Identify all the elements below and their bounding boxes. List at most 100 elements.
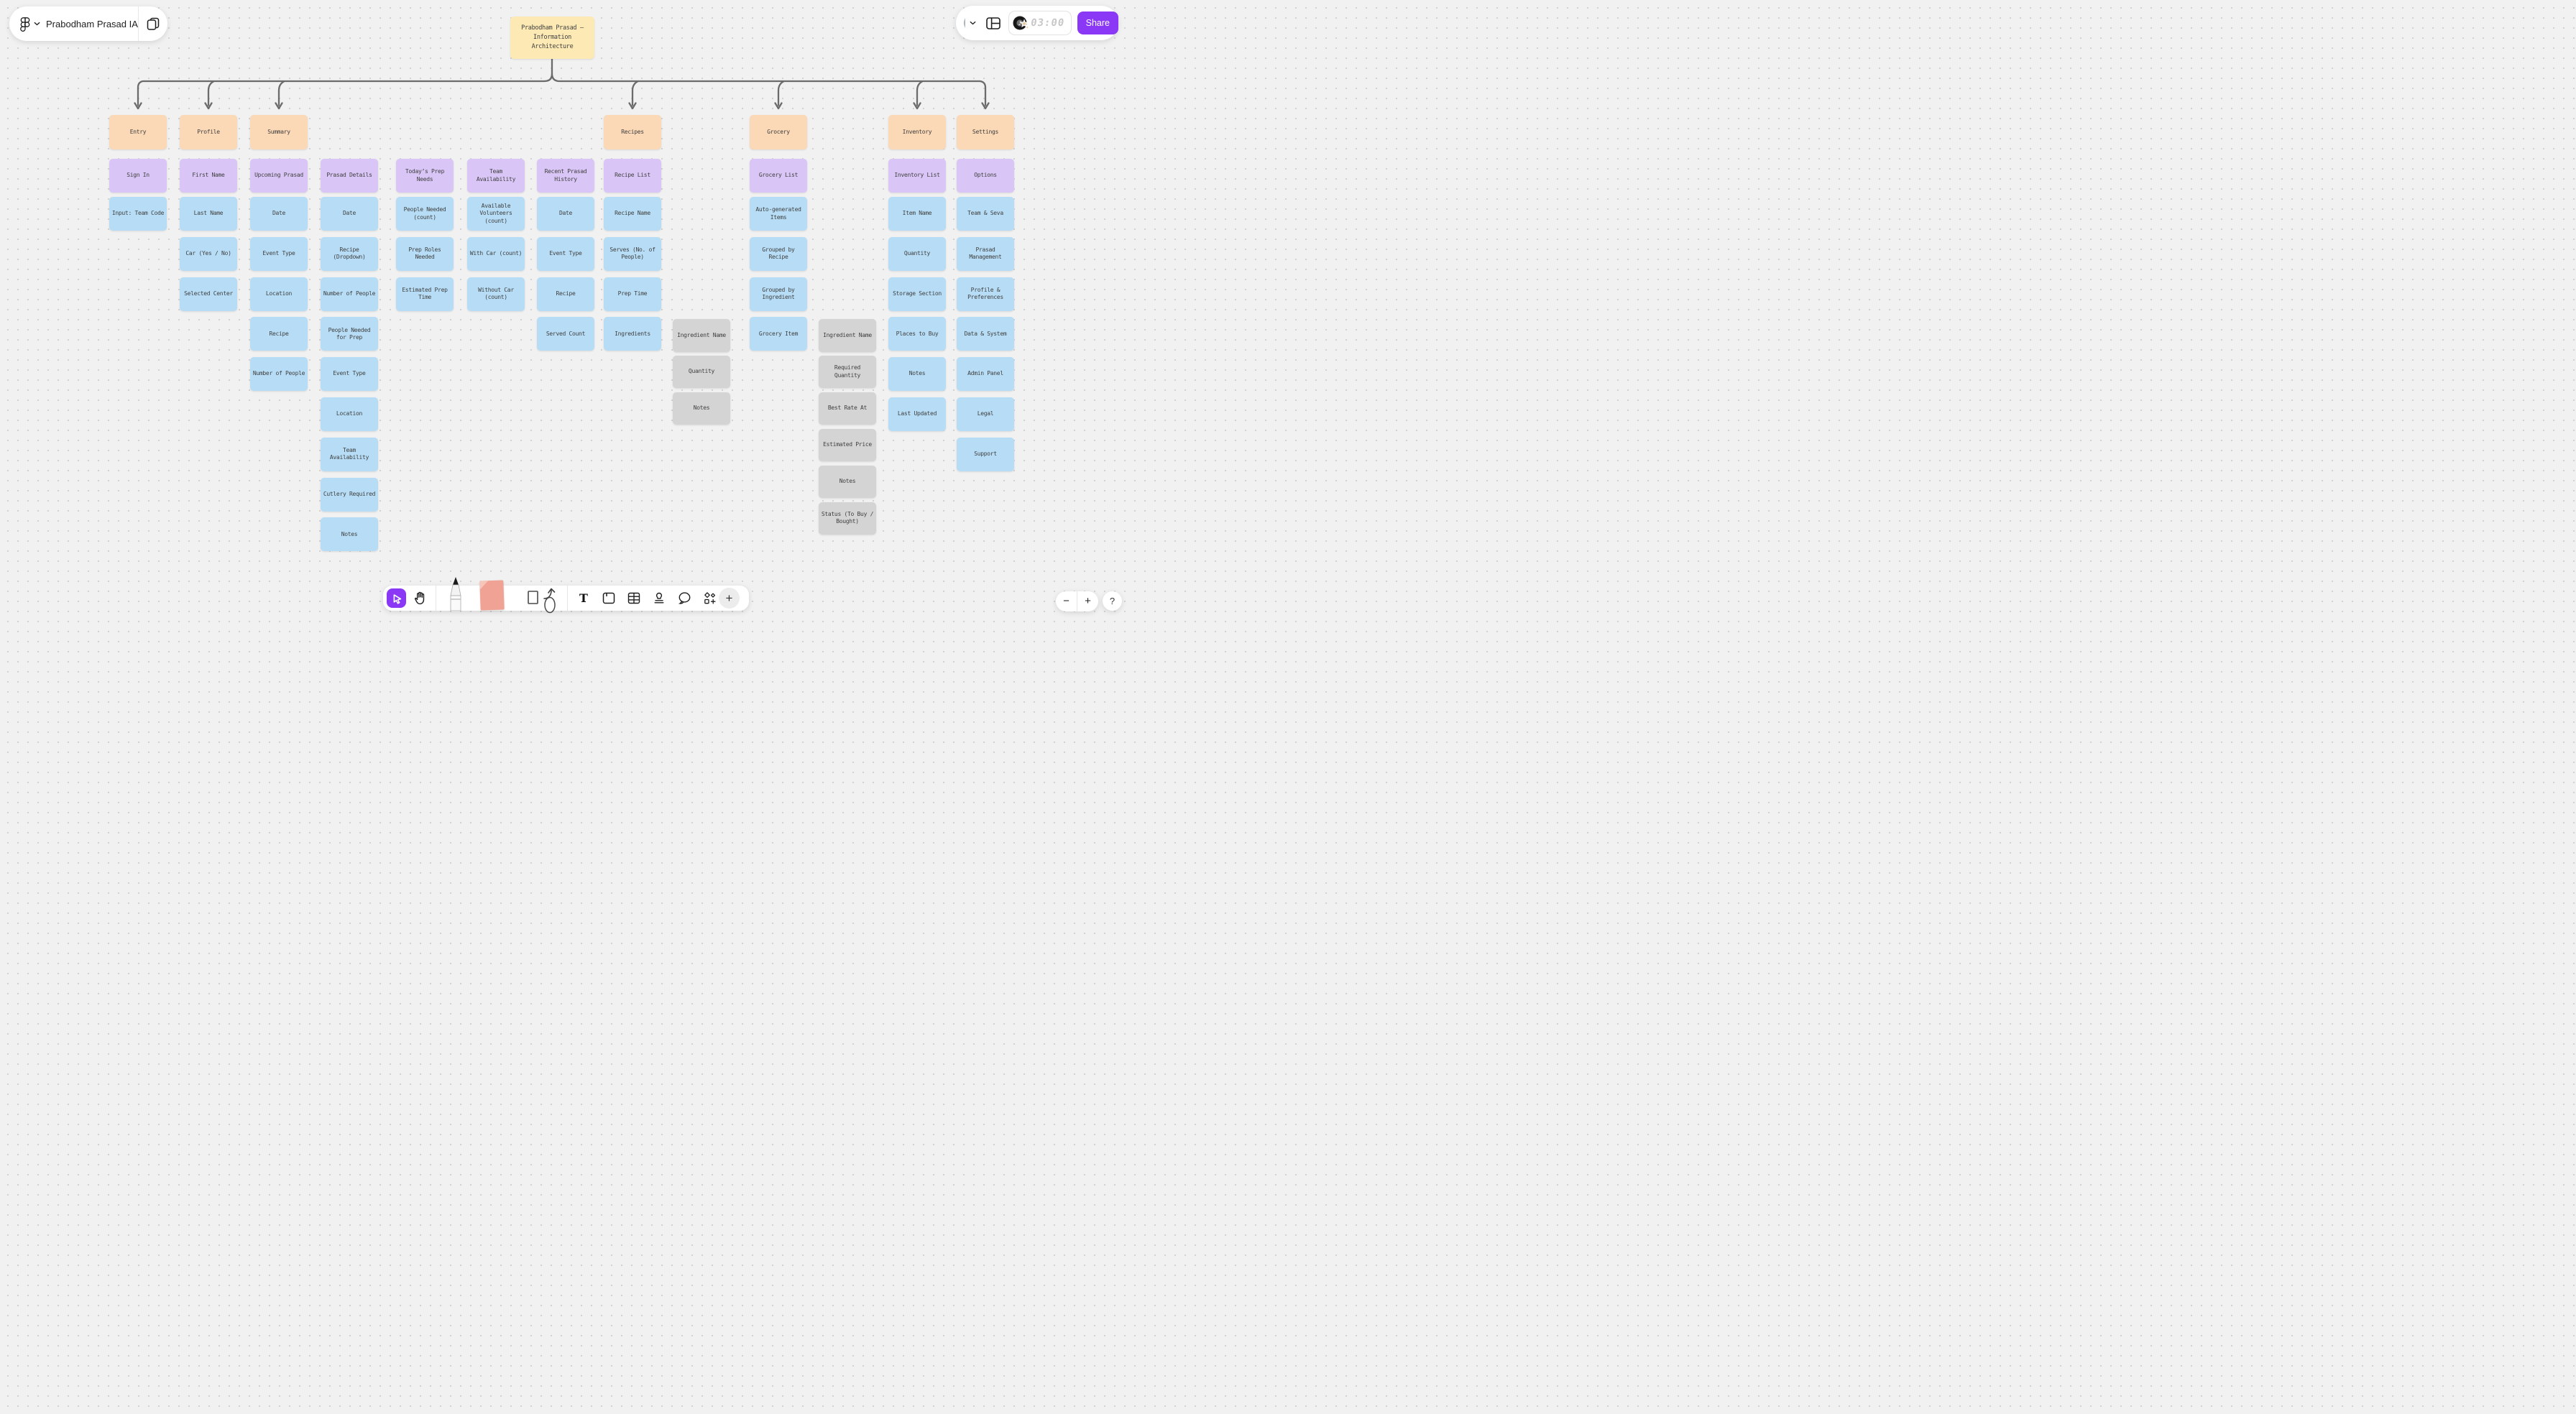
field-node-settings-4[interactable]: Admin Panel bbox=[957, 357, 1014, 391]
widgets-tool[interactable] bbox=[700, 588, 719, 607]
field-node-recent_history-1[interactable]: Event Type bbox=[537, 237, 594, 271]
field-node-recent_history-0[interactable]: Date bbox=[537, 197, 594, 231]
file-title[interactable]: Prabodham Prasad IA bbox=[46, 19, 138, 29]
field-node-prasad_details-6[interactable]: Team Availability bbox=[321, 438, 378, 471]
category-node-settings[interactable]: Settings bbox=[957, 115, 1014, 149]
text-tool[interactable]: T bbox=[574, 588, 593, 607]
screen-node-team_availability[interactable]: Team Availability bbox=[467, 159, 525, 193]
stamp-tool[interactable] bbox=[650, 588, 668, 607]
attr-node-grey_b-3[interactable]: Estimated Price bbox=[819, 429, 876, 462]
share-button[interactable]: Share bbox=[1077, 11, 1118, 34]
field-node-todays_prep-2[interactable]: Estimated Prep Time bbox=[396, 277, 454, 311]
field-node-prasad_details-0[interactable]: Date bbox=[321, 197, 378, 231]
help-button[interactable]: ? bbox=[1103, 591, 1122, 611]
attr-node-grey_b-1[interactable]: Required Quantity bbox=[819, 356, 876, 389]
attr-node-grey_a-1[interactable]: Quantity bbox=[673, 356, 730, 389]
field-node-inventory-0[interactable]: Item Name bbox=[888, 197, 946, 231]
field-node-summary-1[interactable]: Event Type bbox=[250, 237, 308, 271]
category-node-summary[interactable]: Summary bbox=[250, 115, 308, 149]
field-node-settings-0[interactable]: Team & Seva bbox=[957, 197, 1014, 231]
field-node-grocery-2[interactable]: Grouped by Ingredient bbox=[750, 277, 807, 311]
field-node-prasad_details-5[interactable]: Location bbox=[321, 397, 378, 431]
field-node-summary-0[interactable]: Date bbox=[250, 197, 308, 231]
field-node-recipes-0[interactable]: Recipe Name bbox=[604, 197, 661, 231]
category-node-entry[interactable]: Entry bbox=[109, 115, 167, 149]
shape-tool[interactable] bbox=[527, 590, 538, 604]
select-tool[interactable] bbox=[387, 588, 406, 608]
field-node-recipes-1[interactable]: Serves (No. of People) bbox=[604, 237, 661, 271]
category-node-grocery[interactable]: Grocery bbox=[750, 115, 807, 149]
attr-node-grey_b-4[interactable]: Notes bbox=[819, 466, 876, 499]
table-tool[interactable] bbox=[625, 588, 643, 607]
attr-node-grey_b-5[interactable]: Status (To Buy / Bought) bbox=[819, 502, 876, 535]
field-node-recent_history-3[interactable]: Served Count bbox=[537, 317, 594, 351]
field-node-team_availability-1[interactable]: With Car (count) bbox=[467, 237, 525, 271]
field-node-todays_prep-1[interactable]: Prep Roles Needed bbox=[396, 237, 454, 271]
attr-node-grey_a-0[interactable]: Ingredient Name bbox=[673, 319, 730, 352]
screen-node-prasad_details[interactable]: Prasad Details bbox=[321, 159, 378, 193]
timer-widget[interactable]: ♪ 03:00 bbox=[1008, 11, 1071, 35]
boards-icon[interactable] bbox=[139, 17, 167, 31]
chevron-down-icon[interactable] bbox=[970, 21, 976, 25]
field-node-settings-1[interactable]: Prasad Management bbox=[957, 237, 1014, 271]
screen-node-settings[interactable]: Options bbox=[957, 159, 1014, 193]
sticky-note-tool[interactable] bbox=[479, 580, 504, 610]
field-node-todays_prep-0[interactable]: People Needed (count) bbox=[396, 197, 454, 231]
screen-node-recent_history[interactable]: Recent Prasad History bbox=[537, 159, 594, 193]
attr-node-grey_b-0[interactable]: Ingredient Name bbox=[819, 319, 876, 352]
layout-grid-icon[interactable] bbox=[985, 16, 1001, 31]
field-node-profile-2[interactable]: Selected Center bbox=[180, 277, 237, 311]
field-node-settings-2[interactable]: Profile & Preferences bbox=[957, 277, 1014, 311]
field-node-inventory-2[interactable]: Storage Section bbox=[888, 277, 946, 311]
field-node-summary-4[interactable]: Number of People bbox=[250, 357, 308, 391]
screen-node-grocery[interactable]: Grocery List bbox=[750, 159, 807, 193]
marker-tool[interactable] bbox=[445, 577, 466, 611]
washi-tape-tool[interactable] bbox=[543, 596, 556, 614]
field-node-prasad_details-3[interactable]: People Needed for Prep bbox=[321, 317, 378, 351]
field-node-summary-3[interactable]: Recipe bbox=[250, 317, 308, 351]
field-node-inventory-5[interactable]: Last Updated bbox=[888, 397, 946, 431]
field-node-prasad_details-7[interactable]: Cutlery Required bbox=[321, 478, 378, 512]
screen-node-recipes[interactable]: Recipe List bbox=[604, 159, 661, 193]
category-node-recipes[interactable]: Recipes bbox=[604, 115, 661, 149]
screen-node-summary[interactable]: Upcoming Prasad bbox=[250, 159, 308, 193]
field-node-summary-2[interactable]: Location bbox=[250, 277, 308, 311]
section-tool[interactable] bbox=[599, 588, 618, 607]
field-node-prasad_details-8[interactable]: Notes bbox=[321, 517, 378, 551]
field-node-settings-3[interactable]: Data & System bbox=[957, 317, 1014, 351]
zoom-out-button[interactable]: − bbox=[1056, 591, 1077, 611]
avatar[interactable] bbox=[964, 14, 965, 32]
category-node-inventory[interactable]: Inventory bbox=[888, 115, 946, 149]
field-node-entry-0[interactable]: Input: Team Code bbox=[109, 197, 167, 231]
chat-tool[interactable] bbox=[675, 588, 694, 607]
field-node-prasad_details-2[interactable]: Number of People bbox=[321, 277, 378, 311]
screen-node-profile[interactable]: First Name bbox=[180, 159, 237, 193]
attr-node-grey_b-2[interactable]: Best Rate At bbox=[819, 392, 876, 425]
field-node-grocery-1[interactable]: Grouped by Recipe bbox=[750, 237, 807, 271]
figma-logo[interactable] bbox=[20, 17, 30, 32]
field-node-prasad_details-1[interactable]: Recipe (Dropdown) bbox=[321, 237, 378, 271]
field-node-team_availability-0[interactable]: Available Volunteers (count) bbox=[467, 197, 525, 231]
chevron-down-icon[interactable] bbox=[34, 22, 40, 26]
field-node-prasad_details-4[interactable]: Event Type bbox=[321, 357, 378, 391]
field-node-inventory-4[interactable]: Notes bbox=[888, 357, 946, 391]
hand-tool[interactable] bbox=[410, 588, 429, 607]
attr-node-grey_a-2[interactable]: Notes bbox=[673, 392, 730, 425]
category-node-profile[interactable]: Profile bbox=[180, 115, 237, 149]
field-node-settings-5[interactable]: Legal bbox=[957, 397, 1014, 431]
field-node-grocery-0[interactable]: Auto-generated Items bbox=[750, 197, 807, 231]
field-node-team_availability-2[interactable]: Without Car (count) bbox=[467, 277, 525, 311]
field-node-profile-1[interactable]: Car (Yes / No) bbox=[180, 237, 237, 271]
field-node-profile-0[interactable]: Last Name bbox=[180, 197, 237, 231]
field-node-recent_history-2[interactable]: Recipe bbox=[537, 277, 594, 311]
field-node-inventory-3[interactable]: Places to Buy bbox=[888, 317, 946, 351]
figjam-canvas[interactable]: EntrySign InInput: Team CodeProfileFirst… bbox=[0, 0, 2576, 1414]
screen-node-inventory[interactable]: Inventory List bbox=[888, 159, 946, 193]
field-node-settings-6[interactable]: Support bbox=[957, 438, 1014, 471]
zoom-in-button[interactable]: + bbox=[1077, 591, 1098, 611]
field-node-grocery-3[interactable]: Grocery Item bbox=[750, 317, 807, 351]
root-node[interactable]: Prabodham Prasad — Information Architect… bbox=[510, 17, 594, 59]
field-node-inventory-1[interactable]: Quantity bbox=[888, 237, 946, 271]
field-node-recipes-3[interactable]: Ingredients bbox=[604, 317, 661, 351]
screen-node-todays_prep[interactable]: Today’s Prep Needs bbox=[396, 159, 454, 193]
